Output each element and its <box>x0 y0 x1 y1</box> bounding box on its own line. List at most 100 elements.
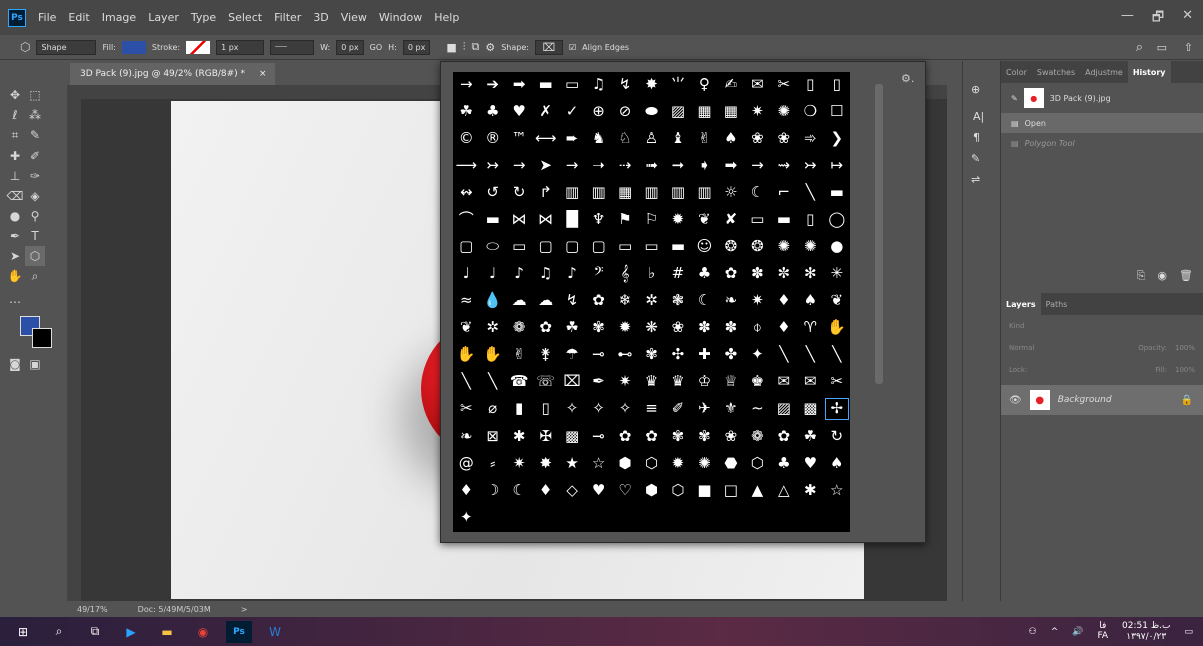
menu-type[interactable]: Type <box>185 11 222 24</box>
search-icon[interactable]: ⌕ <box>46 621 72 643</box>
history-item-open[interactable]: ▤ Open <box>1001 113 1203 133</box>
shape-cell[interactable]: ▯ <box>823 72 850 97</box>
shape-cell[interactable]: ✢ <box>823 396 850 422</box>
shape-cell[interactable]: ⟷ <box>532 126 559 151</box>
shape-cell[interactable]: ☆ <box>823 477 850 503</box>
shape-cell[interactable]: → <box>744 153 771 178</box>
shape-cell[interactable]: ✿ <box>585 288 612 313</box>
shape-cell[interactable]: ▨ <box>664 99 692 124</box>
filter-kind[interactable]: Kind <box>1009 322 1024 330</box>
brush-settings-icon[interactable]: ✎ <box>971 152 992 165</box>
shape-cell[interactable]: ☂ <box>558 342 586 368</box>
shape-cell[interactable]: ✂ <box>453 396 480 422</box>
shape-cell[interactable]: ✺ <box>770 99 798 124</box>
chrome-icon[interactable]: ◉ <box>190 621 216 643</box>
zoom-tool-icon[interactable]: ⌕ <box>25 266 45 286</box>
pilcrow-icon[interactable]: ¶ <box>973 131 992 144</box>
shape-cell[interactable]: ↯ <box>558 288 586 313</box>
shape-cell[interactable]: ✌ <box>691 126 718 151</box>
shape-cell[interactable]: ✗ <box>532 99 559 124</box>
shape-cell[interactable]: ✿ <box>532 315 559 340</box>
shape-cell[interactable]: ╲ <box>823 342 850 368</box>
adjust-icon[interactable]: ⇌ <box>971 173 992 186</box>
menu-edit[interactable]: Edit <box>62 11 95 24</box>
shape-cell[interactable]: # <box>664 261 692 286</box>
shape-cell[interactable]: ▯ <box>797 207 824 232</box>
zoom-level[interactable]: 49/17% <box>77 605 108 614</box>
shape-cell[interactable]: ✂ <box>770 72 798 97</box>
shape-cell[interactable]: ⇝ <box>770 153 798 178</box>
shape-cell[interactable]: ⋈ <box>532 207 559 232</box>
shape-cell[interactable]: ⊸ <box>585 423 612 449</box>
shape-cell[interactable]: ✈ <box>691 396 718 422</box>
shape-cell[interactable]: ▯ <box>532 396 559 422</box>
shape-cell[interactable]: ✠ <box>532 423 559 449</box>
shape-cell[interactable]: ✷ <box>744 99 771 124</box>
shape-cell[interactable]: ♩ <box>479 261 506 286</box>
shape-cell[interactable]: ♣ <box>479 99 506 124</box>
shape-cell[interactable]: ☏ <box>532 369 559 395</box>
quick-mask-icon[interactable]: ◙ <box>5 354 25 374</box>
history-brush-tool-icon[interactable]: ✑ <box>25 166 45 186</box>
align-edges-checkbox[interactable]: ☑ <box>569 43 576 52</box>
type-tool-icon[interactable]: T <box>25 226 45 246</box>
shape-cell[interactable]: ✍ <box>717 72 745 97</box>
gear-icon[interactable]: ⚙ <box>485 41 495 54</box>
shape-cell[interactable]: ♙ <box>638 126 665 151</box>
shape-cell[interactable]: ✉ <box>744 72 771 97</box>
shape-cell[interactable]: ▩ <box>558 423 586 449</box>
shape-cell[interactable]: △ <box>770 477 798 503</box>
new-document-icon[interactable]: ⎘ <box>1137 269 1146 283</box>
shape-cell[interactable]: ☼ <box>717 180 745 205</box>
shape-cell[interactable]: ☘ <box>453 99 480 124</box>
shape-cell[interactable]: ▩ <box>797 396 824 422</box>
windows-start-icon[interactable]: ⊞ <box>10 621 36 643</box>
shape-cell[interactable]: ⟶ <box>453 153 480 178</box>
shape-cell[interactable]: ≈ <box>453 288 480 313</box>
search-icon[interactable]: ⌕ <box>1136 40 1143 55</box>
gradient-tool-icon[interactable]: ◈ <box>25 186 45 206</box>
shape-cell[interactable]: ✧ <box>611 396 639 422</box>
shape-cell[interactable]: ⺌ <box>664 72 692 97</box>
shape-cell[interactable]: ✻ <box>797 261 824 286</box>
menu-view[interactable]: View <box>335 11 373 24</box>
menu-layer[interactable]: Layer <box>142 11 185 24</box>
menu-filter[interactable]: Filter <box>268 11 307 24</box>
crop-tool-icon[interactable]: ⌗ <box>5 126 25 146</box>
fill-value[interactable]: 100% <box>1175 366 1195 374</box>
shape-cell[interactable]: ♀ <box>691 72 718 97</box>
shape-cell[interactable]: ▮ <box>505 396 533 422</box>
shape-cell[interactable]: ⊘ <box>611 99 639 124</box>
shape-cell[interactable]: ✓ <box>558 99 586 124</box>
shape-cell[interactable]: ⊕ <box>585 99 612 124</box>
shape-cell[interactable]: ↺ <box>479 180 506 205</box>
shape-cell[interactable]: ✚ <box>691 342 718 368</box>
stroke-swatch[interactable] <box>186 40 211 54</box>
shape-cell[interactable]: ♛ <box>638 369 665 395</box>
shape-cell[interactable]: ❂ <box>744 234 771 259</box>
shape-cell[interactable]: ⌽ <box>744 315 771 340</box>
shape-cell[interactable]: ✸ <box>532 450 559 476</box>
shape-cell[interactable]: ✽ <box>691 315 718 340</box>
shape-cell[interactable]: ☽ <box>479 477 506 503</box>
shape-cell[interactable]: ✹ <box>664 450 692 476</box>
lock-icon[interactable]: 🔒 <box>1181 395 1193 406</box>
path-alignment-icon[interactable]: ⫶ <box>463 40 466 54</box>
history-source[interactable]: ✎ ● 3D Pack (9).jpg <box>1001 83 1203 113</box>
visibility-eye-icon[interactable]: 👁 <box>1009 395 1022 406</box>
shape-cell[interactable]: ♛ <box>664 369 692 395</box>
dodge-tool-icon[interactable]: ⚲ <box>25 206 45 226</box>
shape-cell[interactable]: ♞ <box>585 126 612 151</box>
shape-cell[interactable]: ✱ <box>797 477 824 503</box>
picker-scrollbar[interactable] <box>875 84 883 384</box>
menu-image[interactable]: Image <box>96 11 142 24</box>
path-arrangement-icon[interactable]: ⧉ <box>471 40 479 54</box>
shape-cell[interactable]: ♠ <box>717 126 745 151</box>
shape-cell[interactable]: ✋ <box>453 342 480 368</box>
shape-cell[interactable]: ❁ <box>505 315 533 340</box>
shape-cell[interactable]: □ <box>717 477 745 503</box>
shape-cell[interactable]: ♘ <box>611 126 639 151</box>
shape-cell[interactable]: ▭ <box>505 234 533 259</box>
shape-cell[interactable]: ✸ <box>638 72 665 97</box>
shape-cell[interactable]: ☁ <box>505 288 533 313</box>
